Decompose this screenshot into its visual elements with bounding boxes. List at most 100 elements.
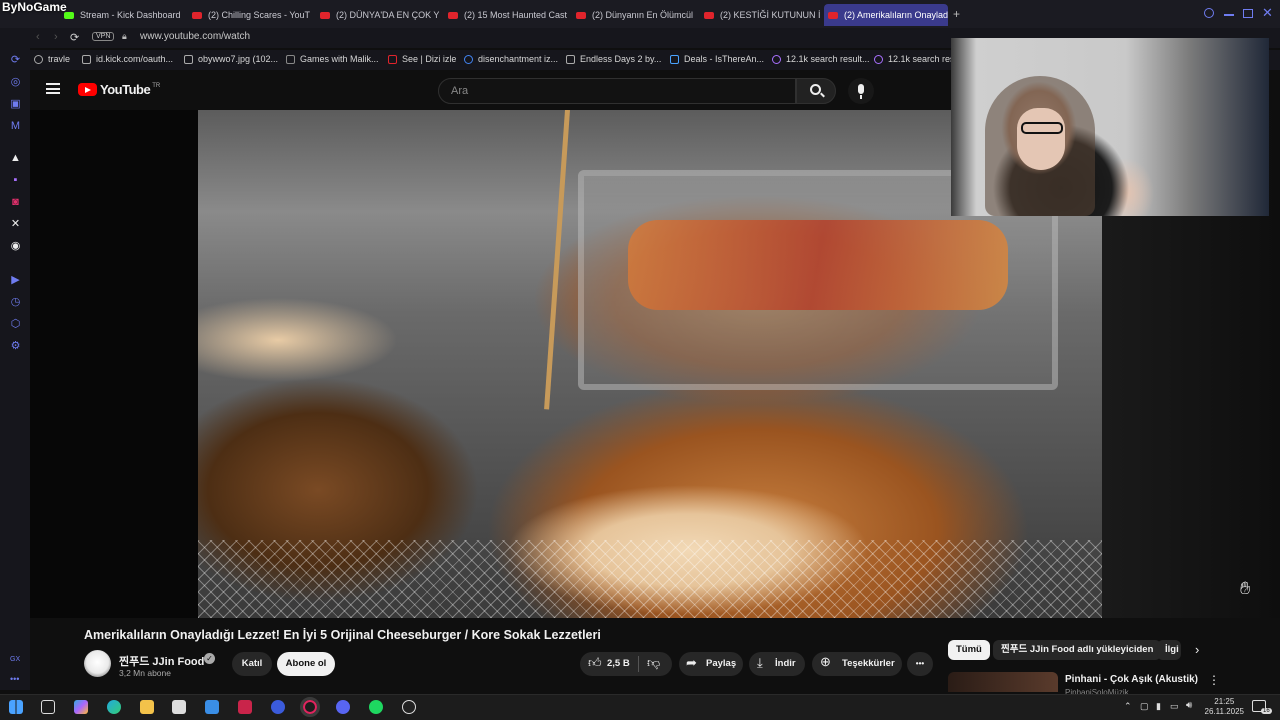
mail-icon[interactable] <box>205 700 219 714</box>
chip-uploader[interactable]: 찐푸드 JJin Food adlı yükleyiciden <box>993 640 1162 660</box>
bookmark-item[interactable]: Games with Malik... <box>286 54 379 64</box>
menu-icon[interactable] <box>46 83 60 94</box>
bookmark-item[interactable]: id.kick.com/oauth... <box>82 54 173 64</box>
tab-label: Stream - Kick Dashboard <box>80 10 181 20</box>
forward-icon[interactable]: › <box>54 31 58 43</box>
share-icon: ➦ <box>686 655 697 670</box>
sidebar-history-icon[interactable]: ◷ <box>9 296 22 309</box>
bookmark-item[interactable]: travle <box>34 54 70 64</box>
system-clock[interactable]: 21:25 26.11.2025 <box>1205 697 1244 717</box>
tab-youtube[interactable]: (2) KESTİĞİ KUTUNUN İÇ <box>700 4 820 26</box>
search-input[interactable]: Ara <box>438 78 796 104</box>
bookmark-item[interactable]: obywwo7.jpg (102... <box>184 54 278 64</box>
chip-related[interactable]: İlgi <box>1157 640 1181 660</box>
chips-next-icon[interactable]: › <box>1195 642 1199 657</box>
task-view-icon[interactable] <box>41 700 55 714</box>
like-icon[interactable]: 👍︎ <box>588 655 602 671</box>
voice-search-button[interactable] <box>848 78 874 104</box>
tab-kick-dashboard[interactable]: Stream - Kick Dashboard <box>60 4 184 26</box>
join-button[interactable]: Katıl <box>232 652 272 676</box>
subscriber-count: 3,2 Mn abone <box>119 668 171 678</box>
more-actions-button[interactable]: ••• <box>907 652 933 676</box>
page-icon <box>82 54 91 64</box>
minimize-icon[interactable] <box>1224 14 1234 16</box>
bookmark-item[interactable]: Deals - IsThereAn... <box>670 54 764 64</box>
browser-sidebar: ⟳ ◎ ▣ M ▲ ▪ ◙ ✕ ◉ ▶ ◷ ⬡ ⚙ GX ••• <box>0 28 30 690</box>
sidebar-refresh-icon[interactable]: ⟳ <box>9 54 22 67</box>
recommendation-thumbnail[interactable] <box>948 672 1058 692</box>
bookmark-item[interactable]: Endless Days 2 by... <box>566 54 661 64</box>
globe-icon <box>34 54 43 64</box>
microphone-tray-icon[interactable]: ▮ <box>1156 701 1161 712</box>
new-tab-button[interactable]: + <box>953 7 960 21</box>
channel-name[interactable]: 찐푸드 JJin Food <box>119 653 204 669</box>
bookmark-item[interactable]: disenchantment iz... <box>464 54 558 64</box>
channel-avatar[interactable] <box>84 650 111 677</box>
subscribe-button[interactable]: Abone ol <box>277 652 335 676</box>
recommendation-title[interactable]: Pinhani - Çok Aşık (Akustik) <box>1065 674 1198 685</box>
tag-icon <box>670 54 679 64</box>
network-icon[interactable]: ▭ <box>1170 701 1179 712</box>
sidebar-instagram-icon[interactable]: ◙ <box>9 196 22 209</box>
opera-gx-icon[interactable] <box>300 697 320 717</box>
bookmark-item[interactable]: 12.1k search res <box>874 54 955 64</box>
thanks-label: Teşekkürler <box>842 658 895 669</box>
sidebar-settings-icon[interactable]: ⚙ <box>9 340 22 353</box>
store-icon[interactable] <box>172 700 186 714</box>
sidebar-gamepad-icon[interactable]: ▣ <box>9 98 22 111</box>
sidebar-mail-icon[interactable]: M <box>9 120 22 133</box>
url-field[interactable]: www.youtube.com/watch <box>140 31 250 42</box>
like-count[interactable]: 2,5 B <box>607 658 630 669</box>
tab-youtube[interactable]: (2) 15 Most Haunted Cast <box>444 4 568 26</box>
edge-icon[interactable] <box>107 700 121 714</box>
sidebar-twitch-icon[interactable]: ▪ <box>9 174 22 187</box>
bookmark-label: Games with Malik... <box>300 54 379 64</box>
tab-youtube-active[interactable]: (2) Amerikalıların Onayladı <box>824 4 948 26</box>
bookmark-label: id.kick.com/oauth... <box>96 54 174 64</box>
sidebar-player-icon[interactable]: ▶ <box>9 274 22 287</box>
tray-chevron-icon[interactable]: ⌃ <box>1124 701 1132 712</box>
webcam-glasses <box>1021 122 1063 134</box>
file-explorer-icon[interactable] <box>140 700 154 714</box>
video-skewer <box>544 110 570 410</box>
vpn-badge[interactable]: VPN <box>92 32 115 41</box>
copilot-icon[interactable] <box>74 700 88 714</box>
microphone-icon <box>858 84 864 94</box>
bookmark-label: obywwo7.jpg (102... <box>198 54 279 64</box>
chip-all[interactable]: Tümü <box>948 640 990 660</box>
sidebar-more-icon[interactable]: ••• <box>10 674 19 684</box>
app-icon[interactable] <box>271 700 285 714</box>
tab-label: (2) Dünyanın En Ölümcül <box>592 10 694 20</box>
volume-icon[interactable]: 🔊︎ <box>1186 700 1192 711</box>
sidebar-extensions-icon[interactable]: ⬡ <box>9 318 22 331</box>
obs-icon[interactable] <box>402 700 416 714</box>
close-icon[interactable]: ✕ <box>1262 5 1273 21</box>
sidebar-control-icon[interactable]: ◎ <box>9 76 22 89</box>
tray-icon[interactable]: ▢ <box>1140 701 1149 712</box>
tab-youtube[interactable]: (2) DÜNYA'DA EN ÇOK Y <box>316 4 440 26</box>
tab-youtube[interactable]: (2) Chilling Scares - YouT <box>188 4 312 26</box>
spotify-icon[interactable] <box>369 700 383 714</box>
sidebar-aria-icon[interactable]: ▲ <box>9 152 22 165</box>
tab-youtube[interactable]: (2) Dünyanın En Ölümcül <box>572 4 696 26</box>
lock-icon: 🔒︎ <box>122 31 127 41</box>
sidebar-x-icon[interactable]: ✕ <box>9 218 22 231</box>
back-icon[interactable]: ‹ <box>36 31 40 43</box>
bookmark-item[interactable]: See | Dizi izle <box>388 54 456 64</box>
app-icon[interactable] <box>238 700 252 714</box>
sidebar-discord-icon[interactable]: ◉ <box>9 240 22 253</box>
maximize-icon[interactable] <box>1243 9 1253 18</box>
discord-icon[interactable] <box>336 700 350 714</box>
webcam-overlay <box>951 38 1269 216</box>
recommendation-menu-icon[interactable]: ⋮ <box>1208 673 1220 687</box>
dislike-icon[interactable]: 👎︎ <box>647 655 660 671</box>
search-tabs-icon[interactable] <box>1204 8 1214 18</box>
share-label: Paylaş <box>706 658 737 669</box>
reload-icon[interactable]: ⟳ <box>70 31 79 44</box>
google-icon <box>464 54 473 64</box>
bookmark-item[interactable]: 12.1k search result... <box>772 54 870 64</box>
thanks-icon: ⊕ <box>820 654 831 669</box>
search-button[interactable] <box>796 78 836 104</box>
windows-start-icon[interactable] <box>9 700 23 714</box>
youtube-logo[interactable]: YouTube TR <box>78 82 160 97</box>
